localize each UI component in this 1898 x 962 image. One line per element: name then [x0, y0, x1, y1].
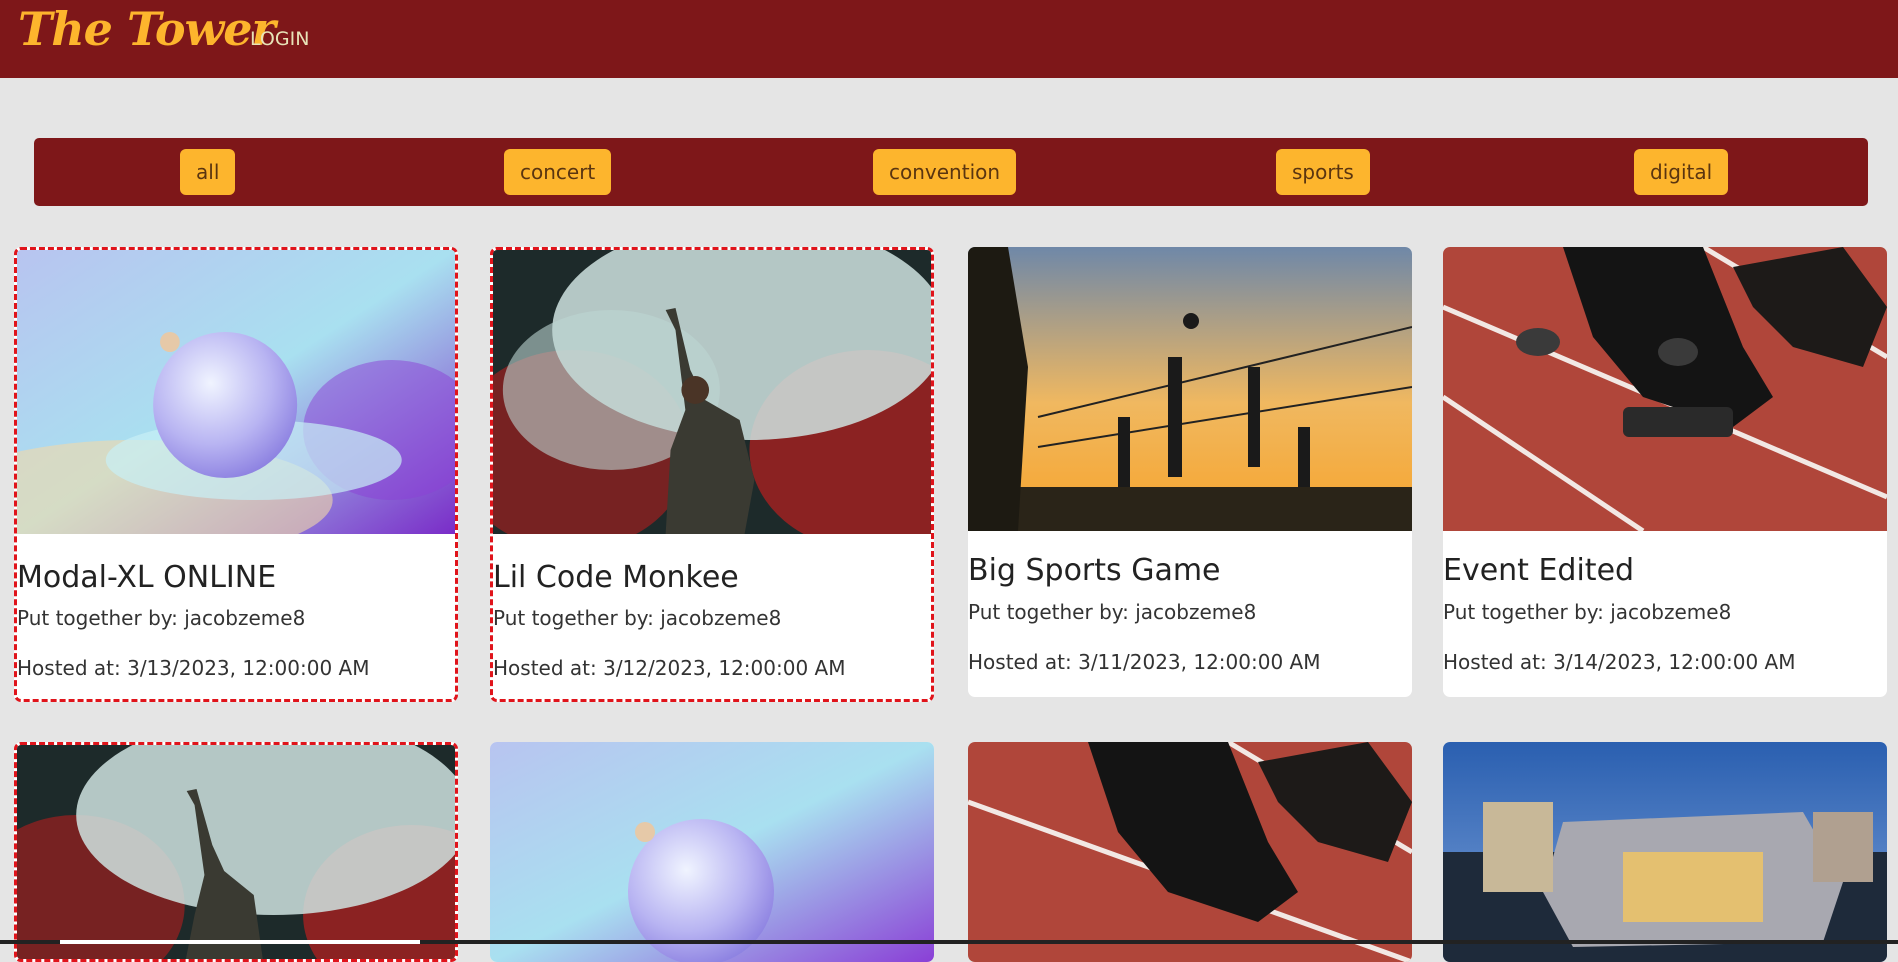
navbar: The Tower LOGIN [0, 0, 1898, 78]
event-creator: Put together by: jacobzeme8 [1443, 600, 1732, 624]
event-title: Event Edited [1443, 553, 1635, 588]
event-card[interactable] [968, 742, 1412, 962]
event-card[interactable] [14, 742, 458, 962]
event-image-digital-sphere [17, 250, 455, 534]
event-image-concert-smoke [493, 250, 931, 534]
event-date: Hosted at: 3/13/2023, 12:00:00 AM [17, 656, 370, 680]
brand-logo[interactable]: The Tower [18, 2, 276, 56]
category-filter-bar: all concert convention sports digital [34, 138, 1868, 206]
taskbar-strip [0, 940, 1898, 944]
event-card[interactable]: Lil Code Monkee Put together by: jacobze… [490, 247, 934, 702]
event-date: Hosted at: 3/12/2023, 12:00:00 AM [493, 656, 846, 680]
event-card[interactable]: Big Sports Game Put together by: jacobze… [968, 247, 1412, 697]
filter-concert-button[interactable]: concert [504, 149, 612, 195]
filter-convention-button[interactable]: convention [873, 149, 1017, 195]
event-card[interactable] [490, 742, 934, 962]
event-date: Hosted at: 3/14/2023, 12:00:00 AM [1443, 650, 1796, 674]
filter-all-button[interactable]: all [180, 149, 236, 195]
filter-sports-button[interactable]: sports [1276, 149, 1370, 195]
event-creator: Put together by: jacobzeme8 [493, 606, 782, 630]
event-image-volleyball-sunset [968, 247, 1412, 531]
event-image-digital-sphere [490, 742, 934, 962]
event-image-runner-track [1443, 247, 1887, 531]
event-title: Lil Code Monkee [493, 560, 739, 595]
event-date: Hosted at: 3/11/2023, 12:00:00 AM [968, 650, 1321, 674]
event-creator: Put together by: jacobzeme8 [17, 606, 306, 630]
event-image-runner-track [968, 742, 1412, 962]
event-card[interactable]: Modal-XL ONLINE Put together by: jacobze… [14, 247, 458, 702]
event-image-concert-smoke [17, 745, 455, 959]
login-link[interactable]: LOGIN [250, 28, 309, 50]
event-card[interactable]: Event Edited Put together by: jacobzeme8… [1443, 247, 1887, 697]
event-creator: Put together by: jacobzeme8 [968, 600, 1257, 624]
event-title: Modal-XL ONLINE [17, 560, 277, 595]
filter-digital-button[interactable]: digital [1634, 149, 1729, 195]
event-title: Big Sports Game [968, 553, 1221, 588]
event-image-arena-night [1443, 742, 1887, 962]
event-card[interactable] [1443, 742, 1887, 962]
